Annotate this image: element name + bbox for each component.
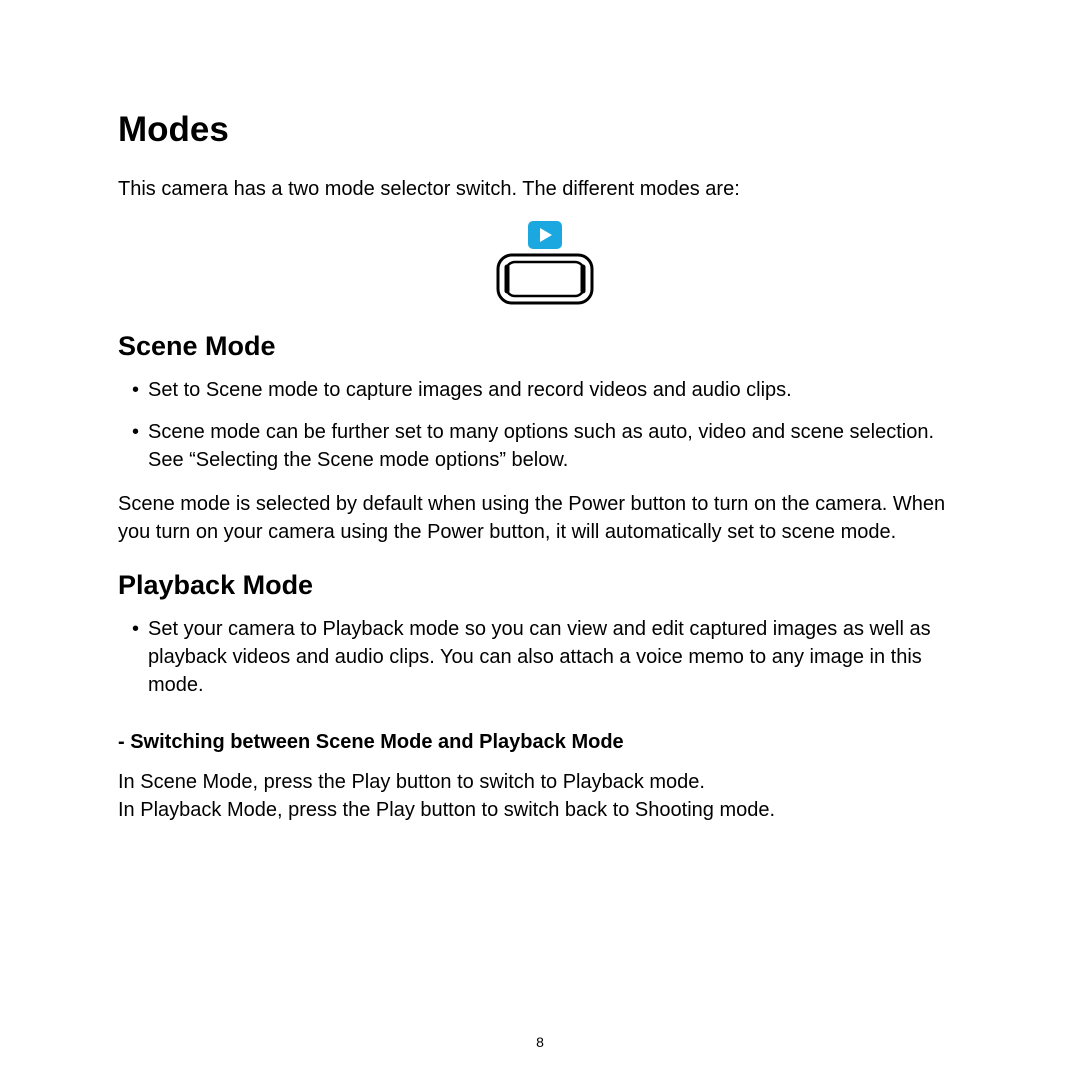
switching-heading: - Switching between Scene Mode and Playb… [118, 731, 972, 754]
list-item: Set your camera to Playback mode so you … [132, 615, 972, 699]
intro-text: This camera has a two mode selector swit… [118, 176, 972, 203]
list-item: Set to Scene mode to capture images and … [132, 376, 972, 404]
page-number: 8 [0, 1034, 1080, 1050]
scene-mode-body: Scene mode is selected by default when u… [118, 490, 972, 546]
switching-line-2: In Playback Mode, press the Play button … [118, 796, 972, 824]
switching-line-1: In Scene Mode, press the Play button to … [118, 768, 972, 796]
playback-mode-bullets: Set your camera to Playback mode so you … [118, 615, 972, 699]
play-icon [528, 221, 562, 249]
playback-mode-heading: Playback Mode [118, 570, 972, 601]
mode-selector-illustration [118, 221, 972, 305]
scene-mode-bullets: Set to Scene mode to capture images and … [118, 376, 972, 474]
selector-button-icon [496, 253, 594, 305]
scene-mode-heading: Scene Mode [118, 331, 972, 362]
page-title: Modes [118, 110, 972, 150]
list-item: Scene mode can be further set to many op… [132, 418, 972, 474]
